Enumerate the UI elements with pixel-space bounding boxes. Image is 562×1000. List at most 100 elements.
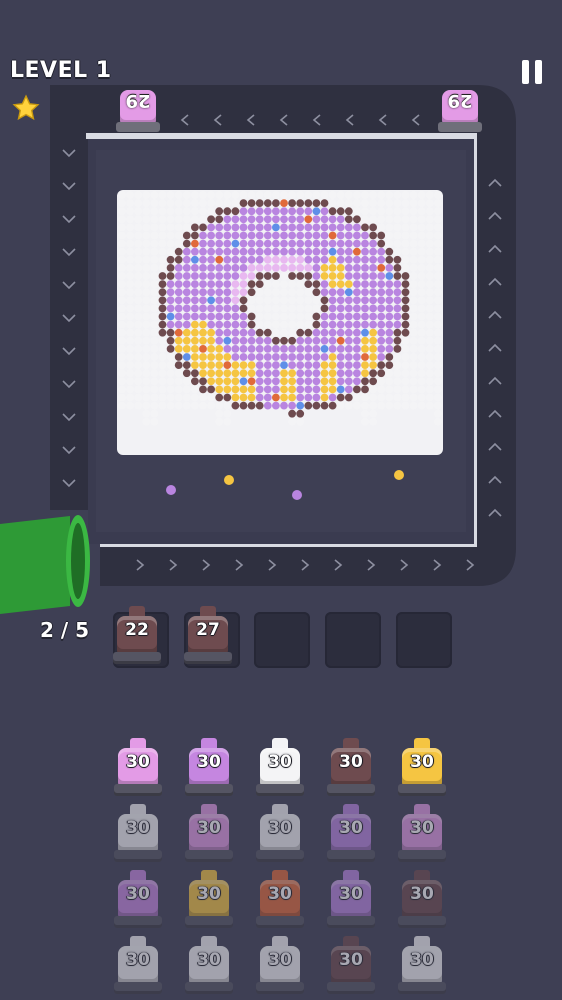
pixel-bead	[369, 255, 377, 264]
pixel-bead	[328, 191, 337, 199]
pixel-bead	[126, 328, 134, 337]
shooter[interactable]: 30	[183, 870, 235, 932]
shooter[interactable]: 30	[325, 870, 377, 932]
pixel-bead	[199, 369, 207, 378]
shooter[interactable]: 30	[396, 804, 448, 866]
shooter[interactable]: 30	[254, 936, 306, 998]
shooter[interactable]: 30	[254, 804, 306, 866]
shooter-wheels	[184, 652, 232, 664]
pixel-bead	[328, 353, 337, 361]
pixel-bead	[166, 231, 175, 240]
pixel-bead	[320, 199, 329, 207]
pixel-bead	[312, 377, 321, 386]
pixel-bead	[174, 247, 183, 256]
pixel-bead	[231, 320, 240, 329]
pixel-bead	[174, 385, 183, 394]
pixel-bead	[239, 393, 248, 402]
pixel-bead	[288, 377, 296, 386]
shooter[interactable]: 30	[183, 804, 235, 866]
pixel-bead	[142, 288, 151, 297]
pixel-bead	[166, 255, 175, 264]
queued-shooter[interactable]: 27	[182, 606, 234, 668]
pixel-bead	[296, 280, 305, 288]
pixel-bead	[409, 191, 418, 199]
pixel-bead	[126, 361, 134, 369]
pixel-bead	[223, 393, 232, 402]
pixel-bead	[150, 199, 159, 207]
pixel-bead	[166, 296, 175, 305]
shooter-wheels	[256, 982, 304, 994]
pixel-bead	[336, 288, 345, 297]
queued-shooter[interactable]: 22	[111, 606, 163, 668]
shooter[interactable]: 30	[325, 804, 377, 866]
shooter[interactable]: 30	[254, 870, 306, 932]
pixel-bead	[353, 361, 361, 369]
shooter[interactable]: 30	[396, 738, 448, 800]
pixel-bead	[417, 336, 426, 345]
pixel-bead	[361, 215, 369, 224]
pixel-bead	[223, 280, 232, 288]
shooter-ammo-count: 30	[339, 884, 363, 904]
pixel-bead	[263, 345, 272, 353]
pixel-bead	[150, 231, 159, 240]
pixel-bead	[320, 304, 329, 313]
pixel-bead	[134, 336, 143, 345]
shooter[interactable]: 30	[183, 936, 235, 998]
pixel-bead	[134, 223, 143, 232]
pixel-bead	[231, 312, 240, 321]
pixel-bead	[377, 320, 386, 329]
pixel-bead	[174, 288, 183, 297]
shooter[interactable]: 30	[325, 936, 377, 998]
pixel-bead	[231, 385, 240, 394]
shooter[interactable]: 30	[183, 738, 235, 800]
pixel-bead	[409, 272, 418, 280]
pixel-bead	[199, 345, 207, 353]
pixel-bead	[126, 264, 134, 272]
shooter[interactable]: 30	[396, 870, 448, 932]
pixel-bead	[320, 361, 329, 369]
pixel-bead	[369, 199, 377, 207]
shooter[interactable]: 30	[396, 936, 448, 998]
pixel-bead	[280, 223, 288, 232]
pixel-bead	[247, 296, 256, 305]
shooter-wheels	[398, 850, 446, 862]
pixel-bead	[263, 288, 272, 297]
pixel-bead	[272, 385, 280, 394]
car-count: 29	[125, 90, 151, 111]
shooter[interactable]: 30	[112, 870, 164, 932]
pixel-bead	[336, 328, 345, 337]
pixel-bead	[126, 191, 134, 199]
pixel-bead	[158, 247, 167, 256]
shooter[interactable]: 30	[254, 738, 306, 800]
pixel-bead	[296, 304, 305, 313]
pixel-bead	[150, 239, 159, 248]
pixel-bead	[247, 369, 256, 378]
pixel-bead	[328, 272, 337, 280]
pixel-bead	[255, 231, 264, 240]
pixel-bead	[191, 385, 199, 394]
pixel-bead	[150, 191, 159, 199]
pixel-bead	[312, 239, 321, 248]
pixel-bead	[393, 264, 402, 272]
pixel-bead	[239, 369, 248, 378]
pixel-bead	[126, 304, 134, 313]
pixel-bead	[134, 304, 143, 313]
pixel-bead	[263, 304, 272, 313]
shooter[interactable]: 30	[112, 936, 164, 998]
pixel-bead	[344, 239, 353, 248]
pixel-bead	[272, 353, 280, 361]
shooter[interactable]: 30	[112, 738, 164, 800]
pixel-bead	[150, 264, 159, 272]
shooter[interactable]: 30	[325, 738, 377, 800]
pixel-bead	[231, 191, 240, 199]
pixel-bead	[118, 255, 126, 264]
shooter[interactable]: 30	[112, 804, 164, 866]
pixel-bead	[118, 401, 126, 410]
pixel-bead	[199, 401, 207, 410]
pixel-bead	[369, 328, 377, 337]
pixel-bead	[401, 191, 410, 199]
pixel-bead	[247, 377, 256, 386]
pixel-bead	[247, 385, 256, 394]
pixel-bead	[385, 353, 394, 361]
pixel-bead	[353, 401, 361, 410]
